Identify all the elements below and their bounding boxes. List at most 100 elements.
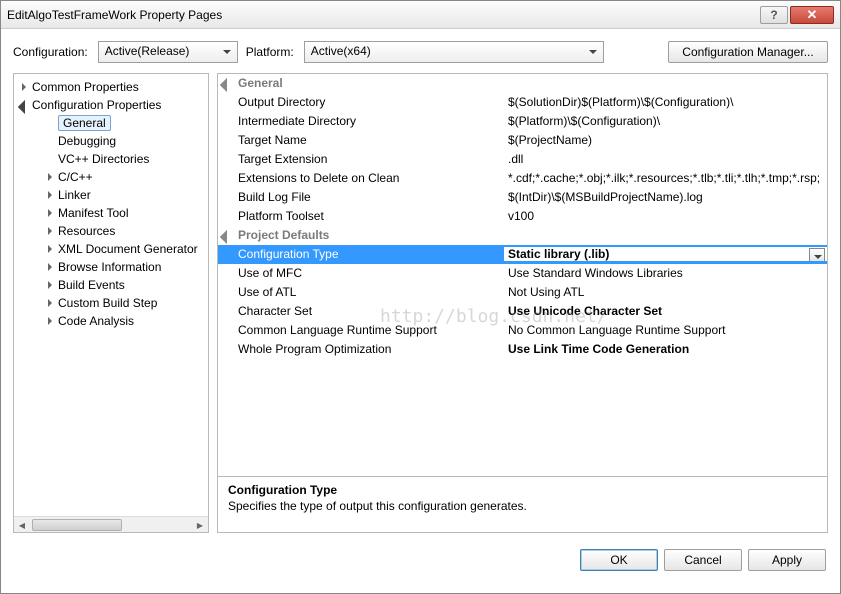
tree-item[interactable]: Common Properties (14, 78, 208, 96)
tree-item[interactable]: Linker (14, 186, 208, 204)
property-name: Intermediate Directory (218, 114, 504, 128)
tree-item-label: Manifest Tool (58, 206, 128, 220)
grid-category[interactable]: General (218, 74, 827, 93)
property-value[interactable]: .dll (504, 152, 827, 166)
tree-item-label: Build Events (58, 278, 125, 292)
scroll-right-icon[interactable]: ▶ (192, 517, 208, 533)
window-title: EditAlgoTestFrameWork Property Pages (7, 8, 760, 22)
grid-row[interactable]: Target Extension.dll (218, 150, 827, 169)
tree-item[interactable]: General (14, 114, 208, 132)
property-name: Build Log File (218, 190, 504, 204)
property-name: Target Name (218, 133, 504, 147)
close-button[interactable]: ✕ (790, 6, 834, 24)
expand-icon[interactable] (20, 100, 30, 110)
tree-item[interactable]: XML Document Generator (14, 240, 208, 258)
expand-icon[interactable] (46, 262, 56, 272)
property-name: General (236, 76, 522, 90)
tree-hscrollbar[interactable]: ◀▶ (14, 516, 208, 532)
grid-row[interactable]: Configuration TypeStatic library (.lib) (218, 245, 827, 264)
property-value[interactable]: $(Platform)\$(Configuration)\ (504, 114, 827, 128)
tree-item-label: Common Properties (32, 80, 139, 94)
scroll-thumb[interactable] (32, 519, 122, 531)
grid-row[interactable]: Character SetUse Unicode Character Set (218, 302, 827, 321)
grid-row[interactable]: Extensions to Delete on Clean*.cdf;*.cac… (218, 169, 827, 188)
configuration-label: Configuration: (13, 45, 88, 59)
expand-icon[interactable] (46, 226, 56, 236)
property-value[interactable]: $(ProjectName) (504, 133, 827, 147)
tree-item-label: Linker (58, 188, 91, 202)
grid-row[interactable]: Intermediate Directory$(Platform)\$(Conf… (218, 112, 827, 131)
description-text: Specifies the type of output this config… (228, 499, 817, 513)
description-pane: Configuration Type Specifies the type of… (218, 476, 827, 532)
platform-combo[interactable]: Active(x64) (304, 41, 604, 63)
property-value[interactable]: $(IntDir)\$(MSBuildProjectName).log (504, 190, 827, 204)
property-value[interactable]: Not Using ATL (504, 285, 827, 299)
property-value[interactable]: $(SolutionDir)$(Platform)\$(Configuratio… (504, 95, 827, 109)
tree-item[interactable]: Manifest Tool (14, 204, 208, 222)
grid-row[interactable]: Build Log File$(IntDir)\$(MSBuildProject… (218, 188, 827, 207)
tree-item-label: Browse Information (58, 260, 161, 274)
expand-icon[interactable] (46, 298, 56, 308)
property-value[interactable]: Use Standard Windows Libraries (504, 266, 827, 280)
tree-item[interactable]: Custom Build Step (14, 294, 208, 312)
property-name: Character Set (218, 304, 504, 318)
configuration-combo[interactable]: Active(Release) (98, 41, 238, 63)
dropdown-icon[interactable] (809, 248, 825, 261)
property-name: Use of ATL (218, 285, 504, 299)
property-value[interactable]: Use Unicode Character Set (504, 304, 827, 318)
grid-row[interactable]: Output Directory$(SolutionDir)$(Platform… (218, 93, 827, 112)
property-name: Common Language Runtime Support (218, 323, 504, 337)
grid-row[interactable]: Use of MFCUse Standard Windows Libraries (218, 264, 827, 283)
expand-icon[interactable] (20, 82, 30, 92)
tree-item[interactable]: C/C++ (14, 168, 208, 186)
property-value[interactable]: *.cdf;*.cache;*.obj;*.ilk;*.resources;*.… (504, 171, 827, 185)
tree-item[interactable]: Browse Information (14, 258, 208, 276)
configuration-manager-button[interactable]: Configuration Manager... (668, 41, 828, 63)
collapse-icon[interactable] (222, 78, 232, 88)
grid-category[interactable]: Project Defaults (218, 226, 827, 245)
grid-row[interactable]: Use of ATLNot Using ATL (218, 283, 827, 302)
collapse-icon[interactable] (222, 230, 232, 240)
tree-item[interactable]: Build Events (14, 276, 208, 294)
property-value[interactable]: No Common Language Runtime Support (504, 323, 827, 337)
grid-row[interactable]: Target Name$(ProjectName) (218, 131, 827, 150)
property-grid-panel: General Output Directory$(SolutionDir)$(P… (217, 73, 828, 533)
dialog-footer: OK Cancel Apply (1, 541, 840, 583)
tree-item-label: Debugging (58, 134, 116, 148)
tree-item[interactable]: Code Analysis (14, 312, 208, 330)
platform-label: Platform: (246, 45, 294, 59)
tree-item-label: VC++ Directories (58, 152, 149, 166)
property-value[interactable]: Static library (.lib) (504, 247, 827, 261)
ok-button[interactable]: OK (580, 549, 658, 571)
cancel-button[interactable]: Cancel (664, 549, 742, 571)
expand-icon[interactable] (46, 244, 56, 254)
tree-item[interactable]: VC++ Directories (14, 150, 208, 168)
nav-tree[interactable]: Common Properties Configuration Propertie… (13, 73, 209, 533)
titlebar: EditAlgoTestFrameWork Property Pages ? ✕ (1, 1, 840, 29)
expand-icon[interactable] (46, 280, 56, 290)
expand-icon[interactable] (46, 316, 56, 326)
property-grid[interactable]: General Output Directory$(SolutionDir)$(P… (218, 74, 827, 476)
expand-icon[interactable] (46, 208, 56, 218)
tree-item-label: C/C++ (58, 170, 93, 184)
property-value[interactable]: v100 (504, 209, 827, 223)
tree-item[interactable]: Configuration Properties (14, 96, 208, 114)
tree-item[interactable]: Debugging (14, 132, 208, 150)
grid-row[interactable]: Whole Program OptimizationUse Link Time … (218, 340, 827, 359)
property-name: Output Directory (218, 95, 504, 109)
property-name: Use of MFC (218, 266, 504, 280)
description-title: Configuration Type (228, 483, 817, 497)
expand-icon[interactable] (46, 172, 56, 182)
config-bar: Configuration: Active(Release) Platform:… (1, 29, 840, 73)
grid-row[interactable]: Common Language Runtime SupportNo Common… (218, 321, 827, 340)
tree-item-label: General (58, 115, 111, 131)
grid-row[interactable]: Platform Toolsetv100 (218, 207, 827, 226)
apply-button[interactable]: Apply (748, 549, 826, 571)
property-value[interactable]: Use Link Time Code Generation (504, 342, 827, 356)
expand-icon[interactable] (46, 190, 56, 200)
tree-item-label: Code Analysis (58, 314, 134, 328)
property-name: Platform Toolset (218, 209, 504, 223)
scroll-left-icon[interactable]: ◀ (14, 517, 30, 533)
help-button[interactable]: ? (760, 6, 788, 24)
tree-item[interactable]: Resources (14, 222, 208, 240)
